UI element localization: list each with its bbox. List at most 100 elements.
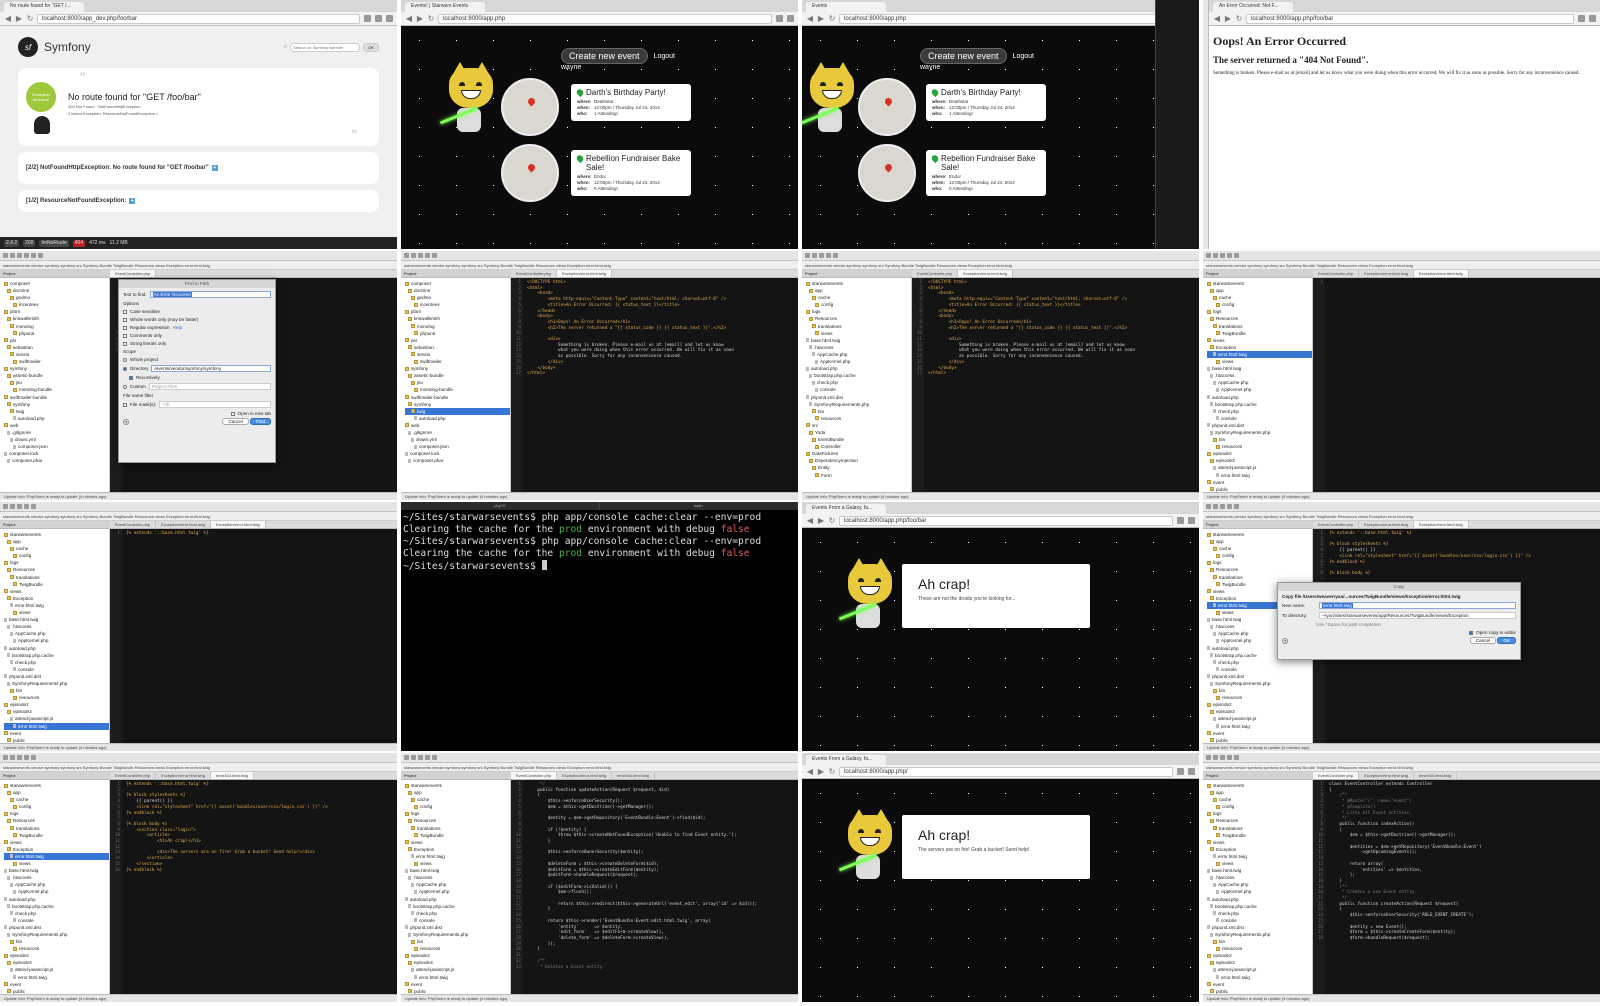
tree-item[interactable]: base.html.twig <box>405 867 510 874</box>
exception-block[interactable]: [1/2] ResourceNotFoundException: + <box>18 190 379 212</box>
editor-tab[interactable]: EventController.php <box>1313 772 1360 779</box>
tree-item[interactable]: views <box>4 839 109 846</box>
regex-checkbox[interactable] <box>123 325 127 330</box>
map-thumbnail[interactable] <box>858 144 916 202</box>
project-panel-title[interactable]: Project <box>0 521 110 528</box>
expand-icon[interactable]: + <box>211 165 218 171</box>
create-event-button[interactable]: Create new event <box>920 48 1007 64</box>
back-icon[interactable]: ◀ <box>405 14 413 23</box>
editor-tab[interactable]: EventController.php <box>1313 521 1360 528</box>
tree-item[interactable]: assetic-bundle <box>405 372 510 379</box>
tree-item[interactable]: psr <box>405 337 510 344</box>
custom-scope-select[interactable]: Project Files <box>148 383 271 390</box>
tree-item[interactable]: phpunit.xml.dist <box>1207 924 1312 931</box>
tree-item[interactable]: jsu <box>4 379 109 386</box>
reload-icon[interactable]: ↻ <box>828 516 836 525</box>
tree-item[interactable]: attend-javascript.js <box>405 966 510 973</box>
symfony-logo[interactable]: sf Symfony <box>18 37 91 57</box>
event-title[interactable]: Darth's Birthday Party! <box>941 88 1021 97</box>
forward-icon[interactable]: ▶ <box>817 14 825 23</box>
tree-item[interactable]: Yoda <box>806 429 911 436</box>
menu-icon[interactable] <box>1188 517 1195 524</box>
tree-item[interactable]: views <box>4 609 109 616</box>
terminal-tab[interactable]: php70 <box>401 502 600 510</box>
tree-item[interactable]: resources <box>1207 443 1312 450</box>
breadcrumb[interactable]: starwarsevents vendor symfony symfony sr… <box>0 512 397 521</box>
tree-item[interactable]: resources <box>806 415 911 422</box>
tree-item[interactable]: event <box>4 730 109 737</box>
tree-item[interactable]: SymfonyRequirements.php <box>405 931 510 938</box>
tree-item[interactable]: TwigBundle <box>1207 330 1312 337</box>
tree-item[interactable]: composer.json <box>405 443 510 450</box>
tree-item[interactable]: starwarsevents <box>1207 280 1312 287</box>
tree-item[interactable]: error.html.twig <box>4 722 109 730</box>
tree-item[interactable]: check.php <box>4 659 109 666</box>
code-editor[interactable]: 1 2 3 4 5 6 7 8 9 10 11 12 13 14 15 16 {% extends '::bas… <box>110 780 397 994</box>
tree-item[interactable]: check.php <box>1207 910 1312 917</box>
tree-item[interactable]: Exception <box>1207 846 1312 853</box>
tree-item[interactable]: AppCache.php <box>1207 379 1312 386</box>
tree-item[interactable]: episode2 <box>1207 952 1312 959</box>
tree-item[interactable]: doctrine <box>4 287 109 294</box>
tree-item[interactable]: views <box>405 839 510 846</box>
back-icon[interactable]: ◀ <box>4 14 12 23</box>
breadcrumb[interactable]: starwarsevents vendor symfony symfony sr… <box>0 763 397 772</box>
event-title[interactable]: Rebellion Fundraiser Bake Sale! <box>586 154 685 172</box>
address-input[interactable]: localhost:8000/app.php/foo/bar <box>1246 13 1574 24</box>
project-panel-title[interactable]: Project <box>1203 772 1313 779</box>
breadcrumb[interactable]: starwarsevents vendor symfony symfony sr… <box>401 763 798 772</box>
editor-tab[interactable]: EventController.php <box>110 521 157 528</box>
event-card[interactable]: Rebellion Fundraiser Bake Sale! where: En… <box>571 150 691 196</box>
open-new-tab-checkbox[interactable] <box>230 411 235 416</box>
editor-tab[interactable]: Exception/error.html.twig <box>1413 270 1469 277</box>
forward-icon[interactable]: ▶ <box>817 767 825 776</box>
tree-item[interactable]: starwarsevents <box>405 782 510 789</box>
tree-item[interactable]: AppKernel.php <box>405 888 510 895</box>
code-editor[interactable]: 1 2 3 4 5 6 7 8 9 10 11 12 13 14 15 16 17 <!DOCTYPE html>… <box>511 278 798 492</box>
toolbar-memory[interactable]: 11.2 MB <box>110 240 128 246</box>
tree-item[interactable]: autoload.php <box>4 645 109 652</box>
tree-item[interactable]: swiftmailer-bundle <box>405 394 510 401</box>
tree-item[interactable]: twig <box>405 407 510 415</box>
tree-item[interactable]: translations <box>4 574 109 581</box>
to-directory-input[interactable]: ~ryan/Sites/starwarsevents/app/Resources… <box>1319 612 1516 619</box>
tree-item[interactable]: gedmo <box>405 294 510 301</box>
tree-item[interactable]: app <box>4 789 109 796</box>
tree-item[interactable]: bootstrap.php.cache <box>4 652 109 659</box>
code-content[interactable]: class EventController extends Controller… <box>1325 780 1600 994</box>
tree-item[interactable]: bootstrap.php.cache <box>1207 401 1312 408</box>
tree-item[interactable]: event <box>1207 730 1312 737</box>
tree-item[interactable]: episode3 <box>405 959 510 966</box>
code-content[interactable]: <!DOCTYPE html> <html> <head> <meta http-… <box>924 278 1199 492</box>
reload-icon[interactable]: ↻ <box>1235 14 1243 23</box>
code-editor[interactable]: 1 <box>1313 278 1600 492</box>
tree-item[interactable]: error.html.twig <box>1207 723 1312 730</box>
tree-item[interactable]: draws.yml <box>405 436 510 443</box>
tree-item[interactable]: sensio <box>4 351 109 358</box>
tree-item[interactable]: config <box>405 803 510 810</box>
editor-tab[interactable]: Exception/error.html.twig <box>1359 270 1414 277</box>
tree-item[interactable]: TwigBundle <box>1207 832 1312 839</box>
tree-item[interactable]: views <box>806 330 911 337</box>
tree-item[interactable]: sebastian <box>405 344 510 351</box>
tree-item[interactable]: composer.lock <box>405 450 510 457</box>
tree-item[interactable]: attend-javascript.js <box>4 966 109 973</box>
tree-item[interactable]: AppKernel.php <box>1207 386 1312 393</box>
tree-item[interactable]: starwarsevents <box>4 782 109 789</box>
tree-item[interactable]: AppCache.php <box>1207 881 1312 888</box>
tree-item[interactable]: error.html.twig <box>1207 974 1312 981</box>
tree-item[interactable]: .htaccess <box>4 623 109 630</box>
tree-item[interactable]: composer.lock <box>4 450 109 457</box>
tree-item[interactable]: console <box>405 917 510 924</box>
tree-item[interactable]: console <box>806 386 911 393</box>
tree-item[interactable]: logs <box>4 810 109 817</box>
tree-item[interactable]: bootstrap.php.cache <box>4 903 109 910</box>
tree-item[interactable]: bootstrap.php.cache <box>1207 903 1312 910</box>
editor-tab[interactable]: Exception/error.html.twig <box>156 521 211 528</box>
tree-item[interactable]: error.html.twig <box>1207 350 1312 359</box>
exception-linked[interactable]: 1 linked Exception: ResourceNotFoundExce… <box>68 111 201 116</box>
tree-item[interactable]: error.html.twig <box>1207 472 1312 479</box>
tree-item[interactable]: views <box>1207 337 1312 344</box>
search-input[interactable] <box>290 42 361 52</box>
case-sensitive-checkbox[interactable] <box>123 309 127 314</box>
